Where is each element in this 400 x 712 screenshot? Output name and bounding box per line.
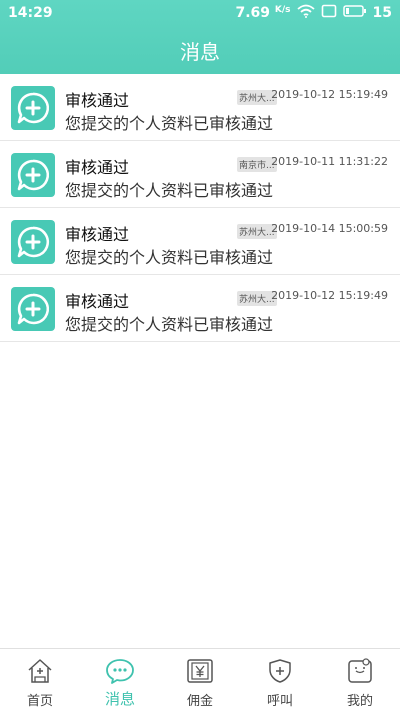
tab-home[interactable]: 首页 bbox=[0, 649, 80, 712]
message-title: 审核通过 bbox=[65, 292, 130, 311]
screen-icon bbox=[321, 4, 337, 22]
status-right: 7.69 K/s 15 bbox=[235, 4, 392, 22]
tab-messages-label: 消息 bbox=[104, 690, 135, 708]
chat-icon bbox=[105, 658, 135, 688]
wifi-icon bbox=[296, 4, 315, 22]
tab-commission[interactable]: 佣金 bbox=[160, 649, 240, 712]
bottom-tab-bar: 首页 消息 佣金 呼叫 我的 bbox=[0, 648, 400, 712]
message-item[interactable]: 审核通过 苏州大... 2019-10-12 15:19:49 您提交的个人资料… bbox=[0, 275, 400, 342]
tab-commission-label: 佣金 bbox=[186, 694, 213, 709]
tab-mine[interactable]: 我的 bbox=[320, 649, 400, 712]
message-time: 2019-10-12 15:19:49 bbox=[271, 289, 388, 302]
page-title: 消息 bbox=[180, 39, 220, 64]
message-desc: 您提交的个人资料已审核通过 bbox=[65, 315, 274, 334]
status-bar: 14:29 7.69 K/s 15 bbox=[0, 0, 400, 26]
message-plus-icon bbox=[11, 86, 55, 130]
message-title: 审核通过 bbox=[65, 225, 130, 244]
message-desc: 您提交的个人资料已审核通过 bbox=[65, 248, 274, 267]
home-icon bbox=[26, 658, 54, 688]
tab-call-label: 呼叫 bbox=[266, 694, 293, 709]
message-title: 审核通过 bbox=[65, 91, 130, 110]
tab-messages[interactable]: 消息 bbox=[80, 649, 160, 712]
tab-call[interactable]: 呼叫 bbox=[240, 649, 320, 712]
message-item[interactable]: 审核通过 南京市... 2019-10-11 11:31:22 您提交的个人资料… bbox=[0, 141, 400, 208]
tab-mine-label: 我的 bbox=[346, 694, 373, 709]
message-plus-icon bbox=[11, 220, 55, 264]
message-desc: 您提交的个人资料已审核通过 bbox=[65, 181, 274, 200]
message-list: 审核通过 苏州大... 2019-10-12 15:19:49 您提交的个人资料… bbox=[0, 74, 400, 342]
battery-level: 15 bbox=[372, 5, 392, 21]
message-plus-icon bbox=[11, 153, 55, 197]
message-time: 2019-10-12 15:19:49 bbox=[271, 88, 388, 101]
status-time: 14:29 bbox=[8, 5, 53, 21]
tab-home-label: 首页 bbox=[26, 694, 53, 709]
network-speed-unit: K/s bbox=[274, 5, 291, 15]
message-time: 2019-10-14 15:00:59 bbox=[271, 222, 388, 235]
battery-icon bbox=[342, 5, 367, 21]
network-speed: 7.69 K/s bbox=[235, 5, 290, 21]
message-desc: 您提交的个人资料已审核通过 bbox=[65, 114, 274, 133]
yen-icon bbox=[186, 658, 214, 688]
message-time: 2019-10-11 11:31:22 bbox=[271, 155, 388, 168]
header: 14:29 7.69 K/s 15 消息 bbox=[0, 0, 400, 74]
network-speed-value: 7.69 bbox=[235, 5, 271, 21]
profile-icon bbox=[346, 658, 374, 688]
message-item[interactable]: 审核通过 苏州大... 2019-10-12 15:19:49 您提交的个人资料… bbox=[0, 74, 400, 141]
shield-plus-icon bbox=[267, 658, 293, 688]
message-item[interactable]: 审核通过 苏州大... 2019-10-14 15:00:59 您提交的个人资料… bbox=[0, 208, 400, 275]
message-plus-icon bbox=[11, 287, 55, 331]
message-title: 审核通过 bbox=[65, 158, 130, 177]
